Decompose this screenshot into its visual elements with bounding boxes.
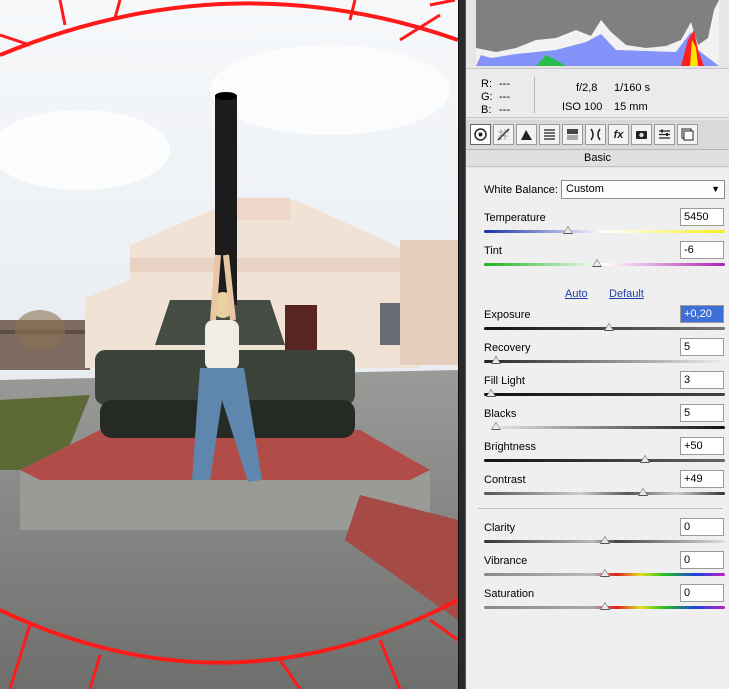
- blacks-thumb[interactable]: [491, 422, 502, 430]
- white-balance-select[interactable]: Custom ▼: [561, 180, 725, 199]
- fill-light-label: Fill Light: [484, 375, 525, 387]
- histogram: [476, 0, 719, 66]
- recovery-track[interactable]: [484, 360, 725, 363]
- b-value: ---: [499, 104, 510, 116]
- camera-calibration-icon[interactable]: [631, 124, 652, 145]
- aperture: f/2,8: [576, 82, 598, 94]
- b-label: B:: [481, 104, 492, 116]
- basic-settings: White Balance: Custom ▼ Temperature 5450…: [466, 168, 729, 689]
- exposure-thumb[interactable]: [604, 323, 615, 331]
- brightness-slider-row: Brightness +50: [466, 437, 729, 471]
- detail-icon[interactable]: [516, 124, 537, 145]
- recovery-input[interactable]: 5: [680, 338, 724, 356]
- photo-image: [0, 0, 458, 689]
- chevron-down-icon: ▼: [711, 184, 720, 194]
- saturation-thumb[interactable]: [599, 602, 610, 610]
- r-label: R:: [481, 78, 492, 90]
- effects-label: fx: [613, 128, 624, 141]
- exposure-label: Exposure: [484, 309, 531, 321]
- brightness-thumb[interactable]: [640, 455, 651, 463]
- default-link[interactable]: Default: [609, 288, 644, 300]
- recovery-slider-row: Recovery 5: [466, 338, 729, 372]
- white-balance-label: White Balance:: [484, 184, 558, 196]
- vibrance-slider-row: Vibrance 0: [466, 551, 729, 585]
- fill-light-slider-row: Fill Light 3: [466, 371, 729, 405]
- b-readout: B: ---: [481, 104, 510, 116]
- vibrance-thumb[interactable]: [599, 569, 610, 577]
- recovery-label: Recovery: [484, 342, 531, 354]
- camera-raw-window: R: --- G: --- B: --- f/2,8 1/160 s ISO 100 …: [0, 0, 729, 689]
- tint-slider-row: Tint -6: [466, 241, 729, 275]
- panel-tabs: fx: [466, 120, 729, 150]
- blacks-label: Blacks: [484, 408, 517, 420]
- focal-length: 15 mm: [614, 101, 648, 113]
- temperature-input[interactable]: 5450: [680, 208, 724, 226]
- blacks-track[interactable]: [484, 426, 725, 429]
- snapshots-icon[interactable]: [677, 124, 698, 145]
- histogram-graph: [476, 0, 719, 66]
- brightness-input[interactable]: +50: [680, 437, 724, 455]
- photo-preview[interactable]: [0, 0, 458, 689]
- contrast-slider-row: Contrast +49: [466, 470, 729, 504]
- exposure-input[interactable]: +0,20: [680, 305, 724, 323]
- fill-light-input[interactable]: 3: [680, 371, 724, 389]
- hsl-icon[interactable]: [539, 124, 560, 145]
- g-value: ---: [499, 91, 510, 103]
- blacks-slider-row: Blacks 5: [466, 404, 729, 438]
- panel-divider[interactable]: [458, 0, 466, 689]
- tint-thumb[interactable]: [592, 259, 603, 267]
- saturation-input[interactable]: 0: [680, 584, 724, 602]
- panel-title: Basic: [466, 150, 729, 167]
- contrast-track[interactable]: [484, 492, 725, 495]
- shutter-speed: 1/160 s: [614, 82, 651, 94]
- section-divider: [478, 508, 723, 509]
- contrast-label: Contrast: [484, 474, 526, 486]
- clarity-input[interactable]: 0: [680, 518, 724, 536]
- lens-corrections-icon[interactable]: [585, 124, 606, 145]
- r-readout: R: ---: [481, 78, 510, 90]
- blacks-input[interactable]: 5: [680, 404, 724, 422]
- brightness-label: Brightness: [484, 441, 536, 453]
- iso: ISO 100: [562, 101, 603, 113]
- saturation-label: Saturation: [484, 588, 535, 600]
- temperature-thumb[interactable]: [563, 226, 574, 234]
- info-separator: [534, 77, 535, 113]
- effects-icon[interactable]: fx: [608, 124, 629, 145]
- brightness-track[interactable]: [484, 459, 725, 462]
- white-balance-value: Custom: [566, 183, 604, 195]
- g-label: G:: [481, 91, 493, 103]
- adjustment-panel: R: --- G: --- B: --- f/2,8 1/160 s ISO 100 …: [466, 0, 729, 689]
- fill-light-track[interactable]: [484, 393, 725, 396]
- split-toning-icon[interactable]: [562, 124, 583, 145]
- contrast-input[interactable]: +49: [680, 470, 724, 488]
- clarity-slider-row: Clarity 0: [466, 518, 729, 552]
- temperature-label: Temperature: [484, 212, 546, 224]
- clarity-thumb[interactable]: [599, 536, 610, 544]
- auto-link[interactable]: Auto: [565, 288, 588, 300]
- tint-track[interactable]: [484, 263, 725, 266]
- temperature-slider-row: Temperature 5450: [466, 208, 729, 242]
- saturation-slider-row: Saturation 0: [466, 584, 729, 618]
- presets-icon[interactable]: [654, 124, 675, 145]
- vibrance-input[interactable]: 0: [680, 551, 724, 569]
- contrast-thumb[interactable]: [638, 488, 649, 496]
- tint-label: Tint: [484, 245, 502, 257]
- recovery-thumb[interactable]: [491, 356, 502, 364]
- g-readout: G: ---: [481, 91, 510, 103]
- basic-icon[interactable]: [470, 124, 491, 145]
- exposure-slider-row: Exposure +0,20: [466, 305, 729, 339]
- tone-curve-icon[interactable]: [493, 124, 514, 145]
- temperature-track[interactable]: [484, 230, 725, 233]
- info-area: R: --- G: --- B: --- f/2,8 1/160 s ISO 100 …: [466, 68, 729, 118]
- tint-input[interactable]: -6: [680, 241, 724, 259]
- vibrance-label: Vibrance: [484, 555, 528, 567]
- clarity-label: Clarity: [484, 522, 516, 534]
- fill-light-thumb[interactable]: [486, 389, 497, 397]
- r-value: ---: [499, 78, 510, 90]
